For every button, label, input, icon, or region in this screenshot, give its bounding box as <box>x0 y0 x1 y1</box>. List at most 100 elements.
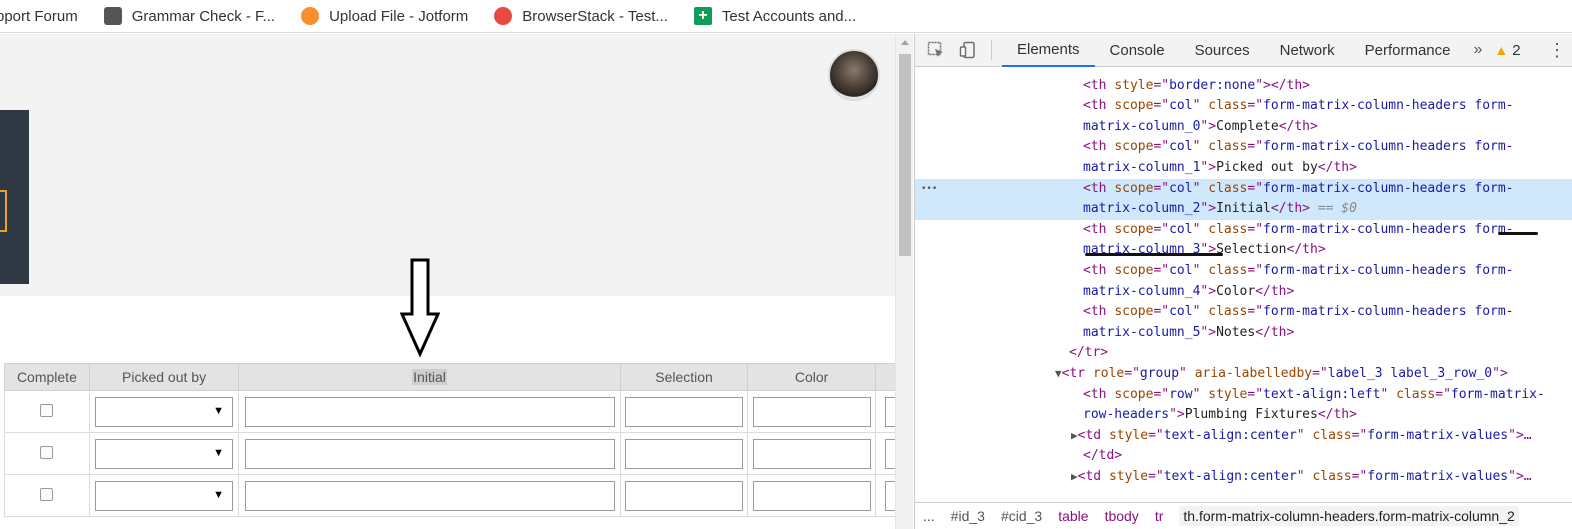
dom-node-line[interactable]: </td> <box>915 446 1572 467</box>
dom-node-line[interactable]: ▶<td style="text-align:center" class="fo… <box>915 426 1572 447</box>
breadcrumb-item[interactable]: ... <box>923 508 935 524</box>
breadcrumb-item[interactable]: tr <box>1155 508 1164 524</box>
breadcrumb-item[interactable]: tbody <box>1105 508 1139 524</box>
dom-node-line[interactable]: ▼<tr role="group" aria-labelledby="label… <box>915 364 1572 385</box>
code-token: form-matrix-column-headers form- <box>1263 98 1514 114</box>
tab-sources[interactable]: Sources <box>1180 34 1265 67</box>
code-token: style <box>1108 469 1149 484</box>
complete-cell <box>4 432 90 475</box>
bookmark-jotform[interactable]: Upload File - Jotform <box>301 7 468 25</box>
dom-node-line[interactable]: <th scope="col" class="form-matrix-colum… <box>915 220 1572 241</box>
dom-node-line[interactable]: <th scope="col" class="form-matrix-colum… <box>915 96 1572 117</box>
dom-node-line[interactable]: matrix-column_0">Complete</th> <box>915 117 1572 138</box>
dom-node-line[interactable]: <th style="border:none"></th> <box>915 76 1572 97</box>
bookmark-sheets[interactable]: + Test Accounts and... <box>693 7 857 25</box>
column-header-color: Color <box>747 363 876 391</box>
code-token: " <box>1192 304 1209 320</box>
code-token: class <box>1312 427 1352 443</box>
color-cell <box>747 432 876 475</box>
code-token: =" <box>1247 386 1264 402</box>
code-token: " <box>1192 139 1209 155</box>
tab-network[interactable]: Network <box>1265 34 1350 67</box>
breadcrumb-item[interactable]: th.form-matrix-column-headers.form-matri… <box>1179 506 1519 526</box>
code-token: <th <box>1083 98 1115 114</box>
picked-out-by-select[interactable]: ▼ <box>95 396 234 427</box>
code-token: label_3 label_3_row_0 <box>1327 366 1493 381</box>
more-tabs-button[interactable]: » <box>1466 41 1491 59</box>
scrollbar-thumb[interactable] <box>899 54 911 256</box>
selection-input[interactable] <box>625 480 744 511</box>
selection-input[interactable] <box>625 438 744 469</box>
dom-node-text: row-headers">Plumbing Fixtures</th> <box>1083 405 1357 426</box>
page-viewport: Complete Picked out by Initial Selection… <box>0 34 895 529</box>
code-token: </td> <box>1083 448 1123 464</box>
devtools-menu-icon[interactable]: ⋮ <box>1548 40 1566 61</box>
breadcrumb-item[interactable]: #cid_3 <box>1001 508 1042 524</box>
bookmark-grammar[interactable]: Grammar Check - F... <box>103 7 276 25</box>
code-token: =" <box>1247 304 1264 320</box>
code-token: text-align:center <box>1163 469 1297 484</box>
browserstack-icon <box>494 7 513 25</box>
dom-node-selected[interactable]: <th scope="col" class="form-matrix-colum… <box>915 178 1572 200</box>
dom-node-line[interactable]: <th scope="col" class="form-matrix-colum… <box>915 261 1572 282</box>
scroll-up-icon[interactable] <box>901 40 909 45</box>
initial-input[interactable] <box>244 438 615 469</box>
dom-node-text: <th scope="col" class="form-matrix-colum… <box>1083 179 1514 200</box>
dom-node-line[interactable]: <th scope="col" class="form-matrix-colum… <box>915 137 1572 158</box>
avatar[interactable] <box>828 49 880 101</box>
dom-node-line[interactable]: matrix-column_5">Notes</th> <box>915 323 1572 344</box>
complete-checkbox[interactable] <box>40 487 54 501</box>
code-token: =" <box>1351 469 1368 484</box>
code-token: =" <box>1153 221 1170 237</box>
code-token: " <box>1192 386 1209 402</box>
code-token: <th <box>1083 139 1115 155</box>
dom-node-text: matrix-column_2">Initial</th> == $0 <box>1083 199 1357 220</box>
code-token: class <box>1208 98 1248 114</box>
code-token: <tr <box>1061 366 1093 381</box>
inspect-element-icon[interactable] <box>925 39 947 61</box>
dom-node-line[interactable]: ▶<td style="text-align:center" class="fo… <box>915 467 1572 488</box>
dom-node-line[interactable]: matrix-column_1">Picked out by</th> <box>915 158 1572 179</box>
warning-count[interactable]: 2 <box>1512 42 1520 59</box>
chevron-down-icon: ▼ <box>213 404 225 417</box>
notes-input[interactable] <box>885 396 895 427</box>
code-token: ▼ <box>1055 367 1062 380</box>
dom-node-line[interactable]: <th scope="row" style="text-align:left" … <box>915 385 1572 406</box>
page-scrollbar[interactable] <box>895 34 913 529</box>
dom-node-selected[interactable]: matrix-column_2">Initial</th> == $0 <box>915 199 1572 220</box>
picked-out-by-select[interactable]: ▼ <box>95 480 234 511</box>
bookmark-browserstack[interactable]: BrowserStack - Test... <box>494 7 668 25</box>
bookmark-label: Grammar Check - F... <box>131 7 276 25</box>
breadcrumb-item[interactable]: #id_3 <box>951 508 985 524</box>
bookmark-forum[interactable]: pport Forum <box>0 8 78 25</box>
accent-frame <box>0 190 7 232</box>
color-input[interactable] <box>752 438 871 469</box>
color-input[interactable] <box>752 396 871 427</box>
notes-input[interactable] <box>885 438 895 469</box>
device-toolbar-icon[interactable] <box>957 39 979 61</box>
dom-node-line[interactable]: <th scope="col" class="form-matrix-colum… <box>915 302 1572 323</box>
code-token: col <box>1169 221 1193 237</box>
warning-icon[interactable]: ▲ <box>1494 42 1508 58</box>
node-actions-icon[interactable]: ••• <box>921 179 937 200</box>
complete-checkbox[interactable] <box>40 445 54 459</box>
tab-console[interactable]: Console <box>1095 34 1180 67</box>
picked-out-by-select[interactable]: ▼ <box>95 438 234 469</box>
breadcrumb-item[interactable]: table <box>1058 508 1088 524</box>
dom-node-line[interactable]: row-headers">Plumbing Fixtures</th> <box>915 405 1572 426</box>
complete-checkbox[interactable] <box>40 403 54 417</box>
tab-elements[interactable]: Elements <box>1002 34 1095 67</box>
dom-node-line[interactable]: ▾<tr> <box>915 68 1572 76</box>
bookmark-label: Test Accounts and... <box>721 7 857 25</box>
notes-input[interactable] <box>885 480 895 511</box>
initial-input[interactable] <box>244 480 615 511</box>
dom-node-line[interactable]: matrix-column_4">Color</th> <box>915 282 1572 303</box>
tab-performance[interactable]: Performance <box>1350 34 1466 67</box>
initial-input[interactable] <box>244 396 615 427</box>
color-input[interactable] <box>752 480 871 511</box>
dom-node-line[interactable]: matrix-column_3">Selection</th> <box>915 240 1572 261</box>
table-row: ▼ <box>4 390 895 433</box>
selection-input[interactable] <box>625 396 744 427</box>
dom-node-line[interactable]: </tr> <box>915 343 1572 364</box>
chevron-down-icon: ▼ <box>213 446 225 459</box>
